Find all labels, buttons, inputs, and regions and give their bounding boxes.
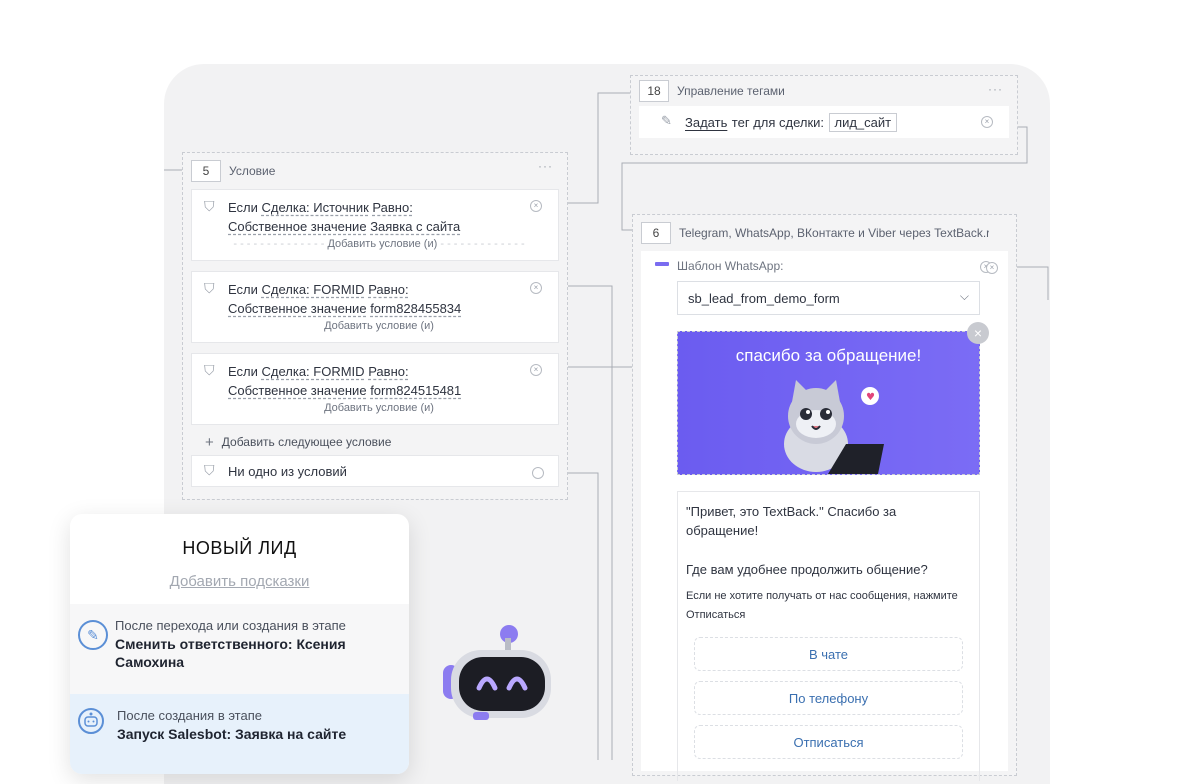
action-mid: тег для сделки: bbox=[731, 114, 825, 130]
node-textback[interactable]: 6 Telegram, WhatsApp, ВКонтакте и Viber … bbox=[632, 214, 1017, 781]
node-title: Условие bbox=[229, 164, 276, 178]
plus-icon: + bbox=[205, 433, 214, 451]
add-and-condition[interactable]: Добавить условие (и) bbox=[228, 402, 530, 414]
add-next-condition[interactable]: + Добавить следующее условие bbox=[183, 429, 567, 455]
condition-value[interactable]: form828455834 bbox=[370, 301, 461, 316]
add-hints-link[interactable]: Добавить подсказки bbox=[70, 573, 409, 590]
action-prefix: Задать bbox=[685, 114, 728, 130]
trigger-action: Запуск Salesbot: Заявка на сайте bbox=[117, 726, 347, 742]
none-label: Ни одно из условий bbox=[228, 463, 347, 479]
reply-button-phone[interactable]: По телефону bbox=[694, 681, 963, 715]
stage-title: НОВЫЙ ЛИД bbox=[182, 538, 297, 558]
node-title: Telegram, WhatsApp, ВКонтакте и Viber че… bbox=[679, 226, 989, 240]
more-icon[interactable]: ··· bbox=[538, 159, 553, 173]
if-label: Если bbox=[228, 282, 258, 297]
condition-value[interactable]: Заявка с сайта bbox=[370, 219, 460, 234]
condition-1[interactable]: ⛉ Если Сделка: Источник Равно: Собственн… bbox=[191, 189, 559, 261]
node-number: 5 bbox=[191, 160, 221, 182]
condition-value-type[interactable]: Собственное значение bbox=[228, 383, 367, 398]
condition-value-type[interactable]: Собственное значение bbox=[228, 301, 367, 316]
remove-icon[interactable]: × bbox=[530, 200, 542, 212]
node-header: 18 Управление тегами bbox=[631, 76, 1017, 106]
image-banner: спасибо за обращение! ♥ × bbox=[677, 322, 989, 475]
condition-field[interactable]: Сделка: FORMID bbox=[262, 364, 365, 379]
filter-icon: ⛉ bbox=[204, 280, 215, 296]
trigger-change-responsible[interactable]: ✎ После перехода или создания в этапе См… bbox=[70, 604, 409, 694]
template-label: Шаблон WhatsApp: bbox=[677, 259, 784, 273]
trigger-salesbot[interactable]: После создания в этапе Запуск Salesbot: … bbox=[70, 694, 409, 774]
robot-mascot bbox=[443, 625, 551, 720]
trigger-action: Сменить ответственного: Ксения Самохина bbox=[115, 636, 346, 670]
condition-operator[interactable]: Равно: bbox=[372, 200, 412, 215]
condition-value[interactable]: form824515481 bbox=[370, 383, 461, 398]
tag-chip[interactable]: лид_сайт bbox=[828, 112, 898, 132]
condition-none[interactable]: ⛉ Ни одно из условий bbox=[191, 455, 559, 487]
condition-field[interactable]: Сделка: Источник bbox=[262, 200, 369, 215]
message-box[interactable]: "Привет, это TextBack." Спасибо за обращ… bbox=[677, 491, 980, 781]
filter-icon: ⛉ bbox=[204, 198, 215, 214]
template-card[interactable]: Шаблон WhatsApp: × sb_lead_from_demo_for… bbox=[641, 251, 1008, 781]
whatsapp-template-icon bbox=[655, 262, 669, 266]
condition-field[interactable]: Сделка: FORMID bbox=[262, 282, 365, 297]
reply-button-unsubscribe[interactable]: Отписаться bbox=[694, 725, 963, 759]
trigger-condition: После перехода или создания в этапе bbox=[115, 618, 346, 633]
filter-icon: ⛉ bbox=[204, 362, 215, 378]
pencil-icon: ✎ bbox=[661, 113, 672, 128]
message-text-3: Если не хотите получать от нас сообщения… bbox=[686, 590, 958, 621]
node-number: 6 bbox=[641, 222, 671, 244]
node-title: Управление тегами bbox=[677, 84, 785, 98]
condition-3[interactable]: ⛉ Если Сделка: FORMID Равно: Собственное… bbox=[191, 353, 559, 425]
edit-circle-icon: ✎ bbox=[78, 620, 108, 650]
remove-icon[interactable]: × bbox=[981, 116, 993, 128]
node-condition[interactable]: 5 Условие ··· ⛉ Если Сделка: Источник Ра… bbox=[182, 152, 568, 500]
trigger-condition: После создания в этапе bbox=[117, 708, 262, 723]
svg-text:♥: ♥ bbox=[866, 392, 875, 403]
add-and-condition[interactable]: - - - - - - - - - - - - - - Добавить усл… bbox=[228, 238, 530, 250]
condition-operator[interactable]: Равно: bbox=[368, 364, 408, 379]
add-and-condition[interactable]: Добавить условие (и) bbox=[228, 320, 530, 332]
chevron-down-icon: ⌵ bbox=[959, 289, 969, 303]
new-lead-panel: НОВЫЙ ЛИД Добавить подсказки ✎ После пер… bbox=[70, 514, 409, 774]
add-label: Добавить условие (и) bbox=[327, 238, 438, 250]
bot-icon bbox=[78, 708, 104, 734]
message-text-2: Где вам удобнее продолжить общение? bbox=[686, 562, 928, 577]
remove-icon[interactable]: × bbox=[530, 364, 542, 376]
tag-action[interactable]: ✎ Задать тег для сделки: лид_сайт × bbox=[639, 106, 1009, 138]
add-next-label: Добавить следующее условие bbox=[221, 435, 392, 449]
banner-text: спасибо за обращение! bbox=[735, 346, 922, 365]
remove-icon[interactable]: × bbox=[986, 262, 998, 274]
template-value: sb_lead_from_demo_form bbox=[688, 290, 840, 306]
reply-button-chat[interactable]: В чате bbox=[694, 637, 963, 671]
more-icon[interactable]: ··· bbox=[988, 82, 1003, 96]
filter-icon: ⛉ bbox=[204, 462, 215, 478]
template-select[interactable]: sb_lead_from_demo_form ⌵ bbox=[677, 281, 980, 315]
output-port[interactable] bbox=[532, 467, 544, 479]
close-icon[interactable]: × bbox=[967, 322, 989, 344]
message-text-1: "Привет, это TextBack." Спасибо за обращ… bbox=[686, 504, 897, 538]
node-header: 6 Telegram, WhatsApp, ВКонтакте и Viber … bbox=[633, 215, 1016, 251]
condition-value-type[interactable]: Собственное значение bbox=[228, 219, 367, 234]
if-label: Если bbox=[228, 364, 258, 379]
condition-operator[interactable]: Равно: bbox=[368, 282, 408, 297]
condition-2[interactable]: ⛉ Если Сделка: FORMID Равно: Собственное… bbox=[191, 271, 559, 343]
remove-icon[interactable]: × bbox=[530, 282, 542, 294]
node-header: 5 Условие bbox=[183, 153, 567, 189]
cat-illustration: ♥ bbox=[784, 380, 884, 474]
node-number: 18 bbox=[639, 80, 669, 102]
if-label: Если bbox=[228, 200, 258, 215]
node-tags[interactable]: 18 Управление тегами ··· ✎ Задать тег дл… bbox=[630, 75, 1018, 155]
